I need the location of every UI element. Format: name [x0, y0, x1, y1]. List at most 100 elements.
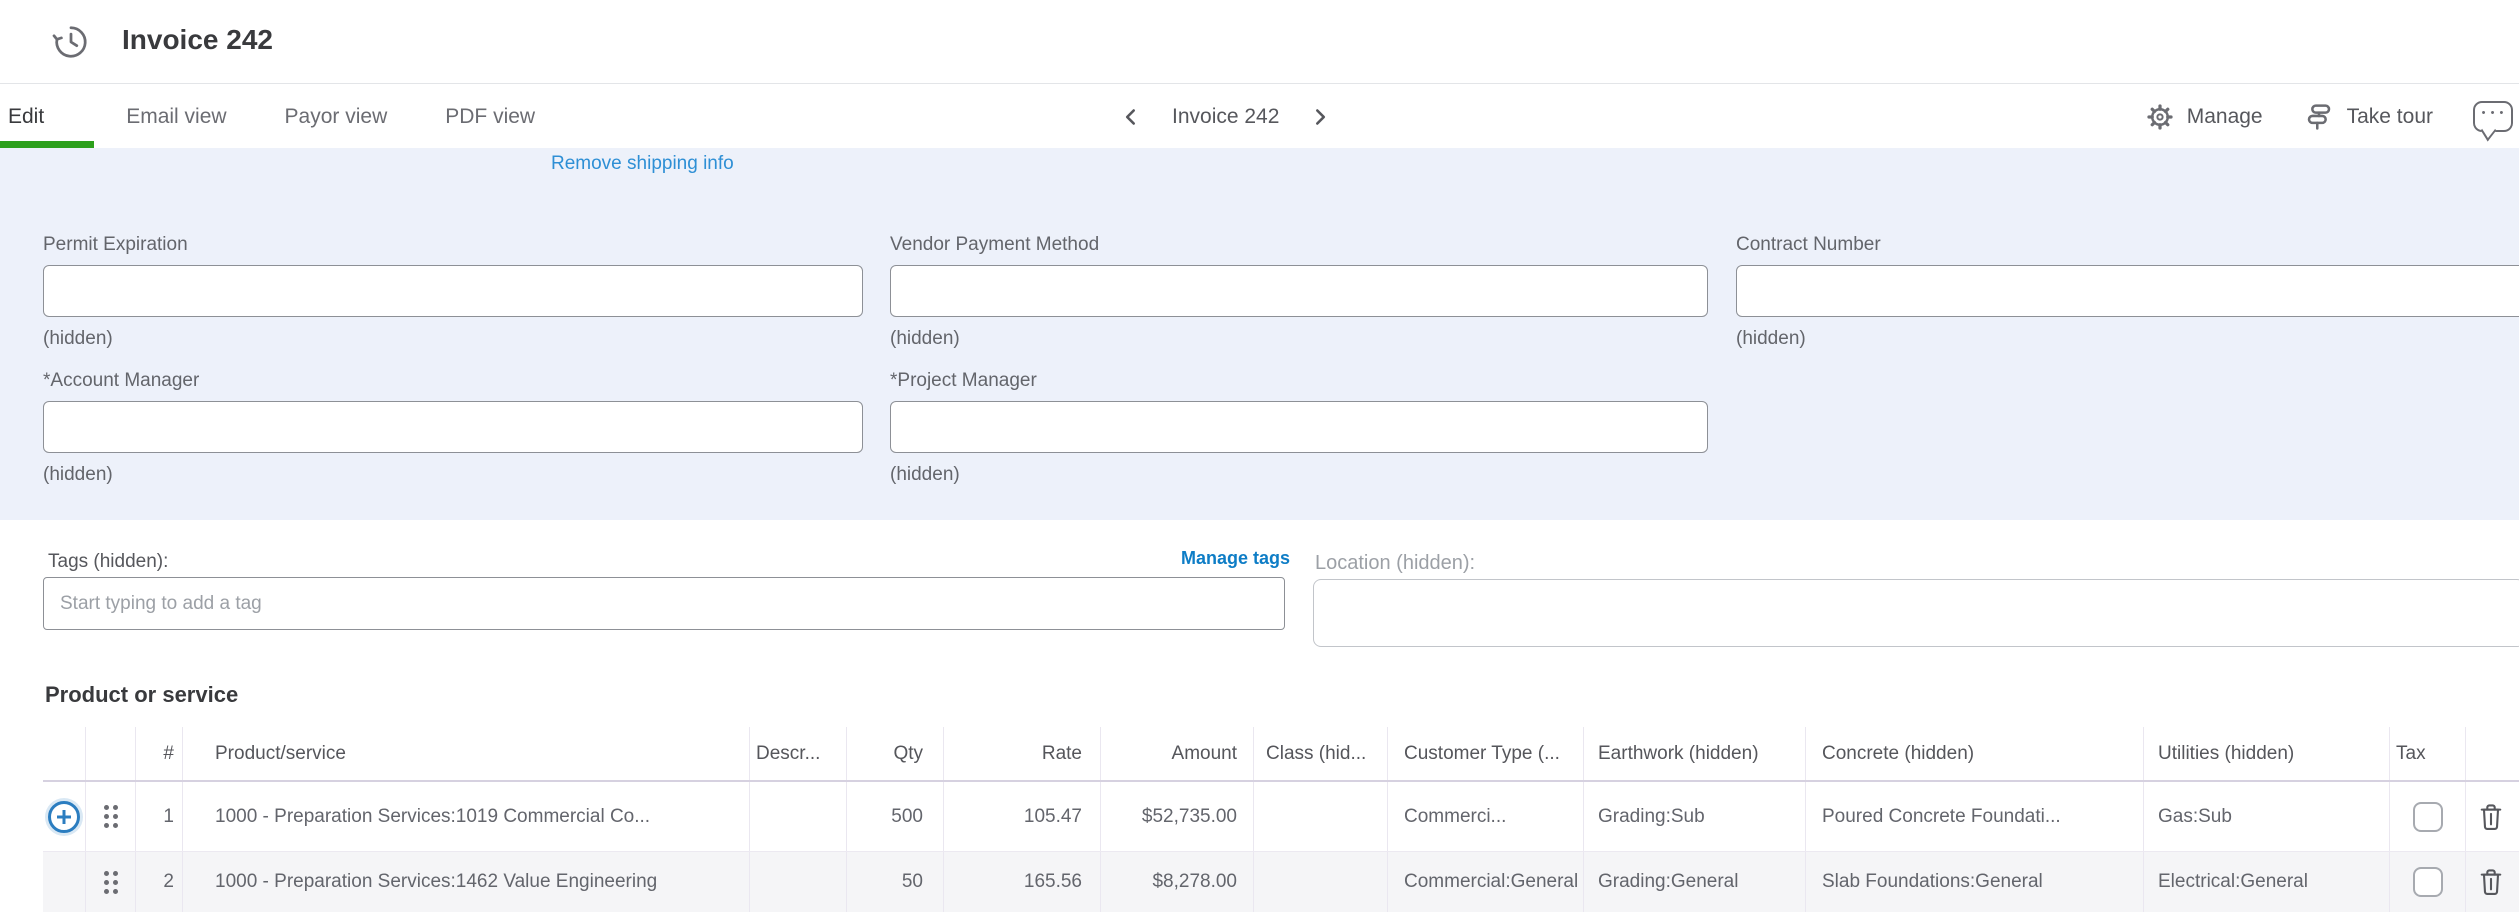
tax-checkbox[interactable] — [2413, 867, 2443, 897]
header-earthwork: Earthwork (hidden) — [1583, 727, 1805, 780]
account-manager-input[interactable] — [43, 401, 863, 453]
field-hidden-hint: (hidden) — [890, 328, 1708, 350]
field-hidden-hint: (hidden) — [43, 464, 863, 486]
tab-email-view[interactable]: Email view — [120, 105, 232, 129]
field-label: Vendor Payment Method — [890, 234, 1708, 256]
field-label: *Project Manager — [890, 370, 1708, 392]
trash-icon[interactable] — [2476, 864, 2510, 900]
field-permit-expiration: Permit Expiration (hidden) — [43, 234, 863, 350]
class-cell[interactable] — [1253, 782, 1387, 851]
tax-checkbox[interactable] — [2413, 802, 2443, 832]
earthwork-cell[interactable]: Grading:General — [1583, 852, 1805, 912]
take-tour-button-label: Take tour — [2347, 105, 2433, 129]
header-tax: Tax — [2389, 727, 2465, 780]
contract-number-input[interactable] — [1736, 265, 2519, 317]
field-contract-number: Contract Number (hidden) — [1736, 234, 2519, 350]
document-nav: Invoice 242 — [1118, 85, 1333, 148]
product-or-service-title: Product or service — [45, 682, 238, 708]
description-cell[interactable] — [749, 852, 846, 912]
header-concrete: Concrete (hidden) — [1805, 727, 2143, 780]
manage-tags-link[interactable]: Manage tags — [1181, 548, 1290, 569]
custom-fields-panel: Remove shipping info Permit Expiration (… — [0, 148, 2519, 520]
header-row-number: # — [135, 727, 182, 780]
header-qty: Qty — [846, 727, 943, 780]
product-service-cell[interactable]: 1000 - Preparation Services:1462 Value E… — [182, 852, 749, 912]
view-tabbar: Edit Email view Payor view PDF view Invo… — [0, 85, 2519, 148]
vendor-payment-method-input[interactable] — [890, 265, 1708, 317]
class-cell[interactable] — [1253, 852, 1387, 912]
tab-edit[interactable]: Edit — [8, 105, 50, 129]
header-delete-column — [2465, 727, 2519, 780]
field-hidden-hint: (hidden) — [1736, 328, 2519, 350]
trash-icon[interactable] — [2476, 799, 2510, 835]
header-drag-column — [85, 727, 135, 780]
gear-icon — [2145, 102, 2175, 132]
permit-expiration-input[interactable] — [43, 265, 863, 317]
location-input[interactable] — [1313, 579, 2519, 647]
add-row-button[interactable] — [48, 801, 80, 833]
tab-payor-view[interactable]: Payor view — [279, 105, 394, 129]
table-header-row: # Product/service Descr... Qty Rate Amou… — [43, 727, 2519, 782]
view-tabs: Edit Email view Payor view PDF view — [8, 85, 541, 148]
invoice-edit-page: Invoice 242 Edit Email view Payor view P… — [0, 0, 2519, 912]
remove-shipping-info-link[interactable]: Remove shipping info — [551, 153, 734, 175]
field-project-manager: *Project Manager (hidden) — [890, 370, 1708, 486]
feedback-chat-button[interactable] — [2473, 101, 2513, 132]
field-account-manager: *Account Manager (hidden) — [43, 370, 863, 486]
qty-cell[interactable]: 50 — [846, 852, 943, 912]
document-nav-label: Invoice 242 — [1172, 105, 1279, 129]
manage-button-label: Manage — [2187, 105, 2263, 129]
chevron-left-icon[interactable] — [1118, 104, 1144, 130]
signpost-icon — [2303, 101, 2335, 133]
field-label: *Account Manager — [43, 370, 863, 392]
header-utilities: Utilities (hidden) — [2143, 727, 2389, 780]
product-service-cell[interactable]: 1000 - Preparation Services:1019 Commerc… — [182, 782, 749, 851]
row-number: 1 — [135, 782, 182, 851]
header-amount: Amount — [1100, 727, 1253, 780]
chat-bubble-icon — [2473, 101, 2513, 132]
utilities-cell[interactable]: Electrical:General — [2143, 852, 2389, 912]
earthwork-cell[interactable]: Grading:Sub — [1583, 782, 1805, 851]
row-number: 2 — [135, 852, 182, 912]
history-icon[interactable] — [52, 23, 90, 61]
header-description: Descr... — [749, 727, 846, 780]
amount-cell[interactable]: $8,278.00 — [1100, 852, 1253, 912]
qty-cell[interactable]: 500 — [846, 782, 943, 851]
tab-pdf-view[interactable]: PDF view — [439, 105, 541, 129]
customer-type-cell[interactable]: Commerci... — [1387, 782, 1583, 851]
table-row: 2 1000 - Preparation Services:1462 Value… — [43, 852, 2519, 912]
rate-cell[interactable]: 105.47 — [943, 782, 1100, 851]
header-add-column — [43, 727, 85, 780]
description-cell[interactable] — [749, 782, 846, 851]
field-vendor-payment-method: Vendor Payment Method (hidden) — [890, 234, 1708, 350]
header-class: Class (hid... — [1253, 727, 1387, 780]
page-header: Invoice 242 — [0, 0, 2519, 84]
page-title: Invoice 242 — [122, 24, 273, 56]
rate-cell[interactable]: 165.56 — [943, 852, 1100, 912]
tabbar-actions: Manage Take tour — [2145, 85, 2513, 148]
field-hidden-hint: (hidden) — [43, 328, 863, 350]
field-label: Permit Expiration — [43, 234, 863, 256]
manage-button[interactable]: Manage — [2145, 102, 2263, 132]
field-hidden-hint: (hidden) — [890, 464, 1708, 486]
location-label: Location (hidden): — [1315, 552, 1475, 575]
drag-handle-icon[interactable] — [100, 801, 122, 832]
amount-cell[interactable]: $52,735.00 — [1100, 782, 1253, 851]
concrete-cell[interactable]: Poured Concrete Foundati... — [1805, 782, 2143, 851]
tags-label: Tags (hidden): — [48, 551, 168, 573]
header-product-service: Product/service — [182, 727, 749, 780]
customer-type-cell[interactable]: Commercial:General — [1387, 852, 1583, 912]
header-rate: Rate — [943, 727, 1100, 780]
line-items-table: # Product/service Descr... Qty Rate Amou… — [43, 727, 2519, 912]
tags-input[interactable] — [43, 577, 1285, 630]
header-customer-type: Customer Type (... — [1387, 727, 1583, 780]
table-row: 1 1000 - Preparation Services:1019 Comme… — [43, 782, 2519, 852]
field-label: Contract Number — [1736, 234, 2519, 256]
utilities-cell[interactable]: Gas:Sub — [2143, 782, 2389, 851]
take-tour-button[interactable]: Take tour — [2303, 101, 2433, 133]
concrete-cell[interactable]: Slab Foundations:General — [1805, 852, 2143, 912]
chevron-right-icon[interactable] — [1307, 104, 1333, 130]
active-tab-indicator — [0, 141, 94, 148]
drag-handle-icon[interactable] — [100, 867, 122, 898]
project-manager-input[interactable] — [890, 401, 1708, 453]
